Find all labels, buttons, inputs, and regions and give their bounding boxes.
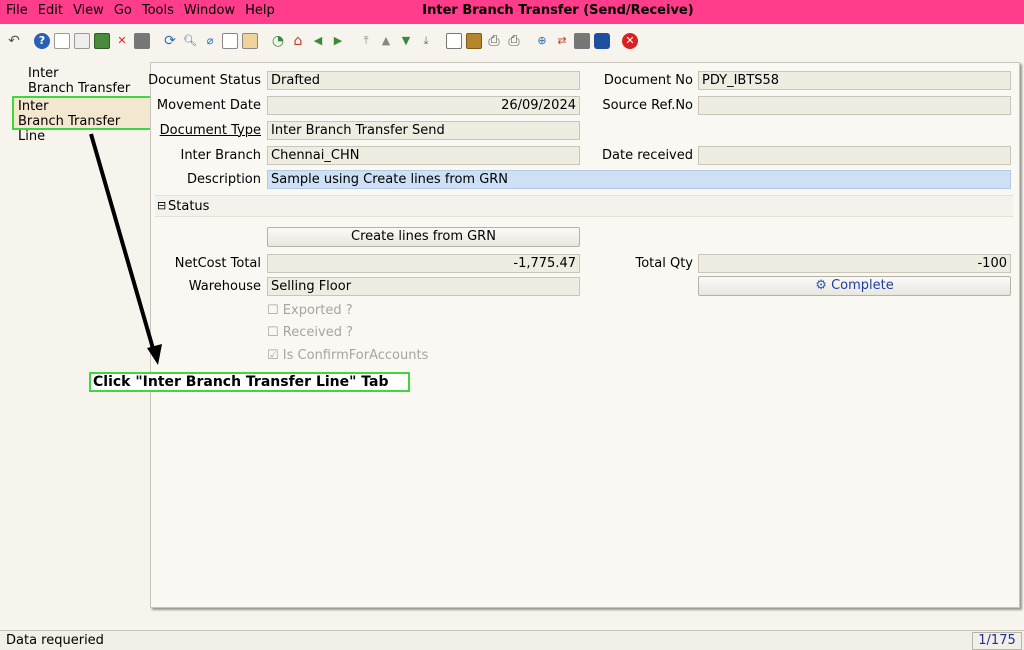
print-icon[interactable]: ⎙ xyxy=(506,33,522,49)
annotation-callout: Click "Inter Branch Transfer Line" Tab xyxy=(89,372,410,392)
help-icon[interactable]: ? xyxy=(34,33,50,49)
date-received-label: Date received xyxy=(602,148,693,163)
last-record-icon[interactable]: ⤓ xyxy=(418,33,434,49)
tab-inter-branch-transfer-line[interactable]: Inter Branch Transfer Line xyxy=(12,96,152,144)
received-label: Received ? xyxy=(282,325,353,340)
title-bar: File Edit View Go Tools Window Help Inte… xyxy=(0,0,1024,24)
workflow-icon[interactable]: ⇄ xyxy=(554,33,570,49)
print-preview-icon[interactable]: ⎙ xyxy=(486,33,502,49)
grid-toggle-icon[interactable] xyxy=(242,33,258,49)
new-record-icon[interactable] xyxy=(54,33,70,49)
source-ref-label: Source Ref.No xyxy=(602,98,693,113)
document-status-field: Drafted xyxy=(267,71,580,90)
document-type-label: Document Type xyxy=(159,123,261,138)
netcost-total-field: -1,775.47 xyxy=(267,254,580,273)
exported-label: Exported ? xyxy=(282,303,353,318)
tab-label-line2: Branch Transfer Line xyxy=(18,114,121,144)
product-info-icon[interactable] xyxy=(594,33,610,49)
tab-inter-branch-transfer[interactable]: Inter Branch Transfer xyxy=(6,66,146,96)
movement-date-field[interactable]: 26/09/2024 xyxy=(267,96,580,115)
form-panel: Document Status Drafted Document No PDY_… xyxy=(148,62,1020,608)
netcost-total-label: NetCost Total xyxy=(174,256,261,271)
complete-button[interactable]: ⚙ Complete xyxy=(698,276,1011,296)
record-counter[interactable]: 1/175 xyxy=(972,632,1022,650)
refresh-icon[interactable]: ⟳ xyxy=(162,33,178,49)
received-checkbox[interactable]: ☐ Received ? xyxy=(267,325,353,340)
status-section-label: Status xyxy=(168,199,210,214)
source-ref-field[interactable] xyxy=(698,96,1011,115)
find-icon[interactable]: 🔍︎ xyxy=(182,33,198,49)
date-received-field[interactable] xyxy=(698,146,1011,165)
document-type-field[interactable]: Inter Branch Transfer Send xyxy=(267,121,580,140)
next-record-icon[interactable]: ▼ xyxy=(398,33,414,49)
document-status-label: Document Status xyxy=(148,73,261,88)
checkbox-unchecked-icon: ☐ xyxy=(267,303,279,318)
document-no-field[interactable]: PDY_IBTS58 xyxy=(698,71,1011,90)
tab-label-line1: Inter xyxy=(28,66,59,81)
status-bar: Data requeried 1/175 xyxy=(0,630,1024,650)
delete-selection-icon[interactable] xyxy=(134,33,150,49)
chat-icon[interactable] xyxy=(222,33,238,49)
total-qty-label: Total Qty xyxy=(635,256,693,271)
warehouse-field[interactable]: Selling Floor xyxy=(267,277,580,296)
inter-branch-label: Inter Branch xyxy=(180,148,261,163)
save-icon[interactable] xyxy=(94,33,110,49)
exported-checkbox[interactable]: ☐ Exported ? xyxy=(267,303,353,318)
home-icon[interactable]: ⌂ xyxy=(290,33,306,49)
status-section-header[interactable]: ⊟ Status xyxy=(155,195,1013,217)
warehouse-label: Warehouse xyxy=(188,279,261,294)
report-icon[interactable] xyxy=(446,33,462,49)
copy-record-icon[interactable] xyxy=(74,33,90,49)
first-record-icon[interactable]: ⤒ xyxy=(358,33,374,49)
attachment-icon[interactable]: ⌀ xyxy=(202,33,218,49)
checkbox-unchecked-icon: ☐ xyxy=(267,325,279,340)
movement-date-label: Movement Date xyxy=(156,98,261,113)
toolbar: ↶ ? ✕ ⟳ 🔍︎ ⌀ ◔ ⌂ ◀ ▶ ⤒ ▲ ▼ ⤓ ⎙ ⎙ ⊕ ⇄ ✕ xyxy=(0,28,1024,54)
parent-icon[interactable]: ◀ xyxy=(310,33,326,49)
undo-icon[interactable]: ↶ xyxy=(6,33,22,49)
zoom-across-icon[interactable]: ⊕ xyxy=(534,33,550,49)
checkbox-checked-icon: ☑ xyxy=(267,348,279,363)
collapse-icon[interactable]: ⊟ xyxy=(157,199,166,212)
tab-label-line1: Inter xyxy=(18,99,49,114)
document-no-label: Document No xyxy=(603,73,693,88)
description-label: Description xyxy=(186,172,261,187)
history-icon[interactable]: ◔ xyxy=(270,33,286,49)
previous-record-icon[interactable]: ▲ xyxy=(378,33,394,49)
confirm-accounts-checkbox[interactable]: ☑ Is ConfirmForAccounts xyxy=(267,348,428,363)
exit-icon[interactable]: ✕ xyxy=(622,33,638,49)
description-field[interactable]: Sample using Create lines from GRN xyxy=(267,170,1011,189)
delete-icon[interactable]: ✕ xyxy=(114,33,130,49)
tab-label-line2: Branch Transfer xyxy=(28,81,131,96)
gear-icon: ⚙ xyxy=(815,278,832,293)
detail-icon[interactable]: ▶ xyxy=(330,33,346,49)
total-qty-field: -100 xyxy=(698,254,1011,273)
inter-branch-field[interactable]: Chennai_CHN xyxy=(267,146,580,165)
archive-icon[interactable] xyxy=(466,33,482,49)
status-message: Data requeried xyxy=(6,633,104,648)
window-title: Inter Branch Transfer (Send/Receive) xyxy=(422,3,694,18)
tab-list: Inter Branch Transfer Inter Branch Trans… xyxy=(2,62,152,610)
confirm-label: Is ConfirmForAccounts xyxy=(282,348,429,363)
create-lines-button[interactable]: Create lines from GRN xyxy=(267,227,580,247)
complete-button-label: Complete xyxy=(831,278,894,293)
request-icon[interactable] xyxy=(574,33,590,49)
